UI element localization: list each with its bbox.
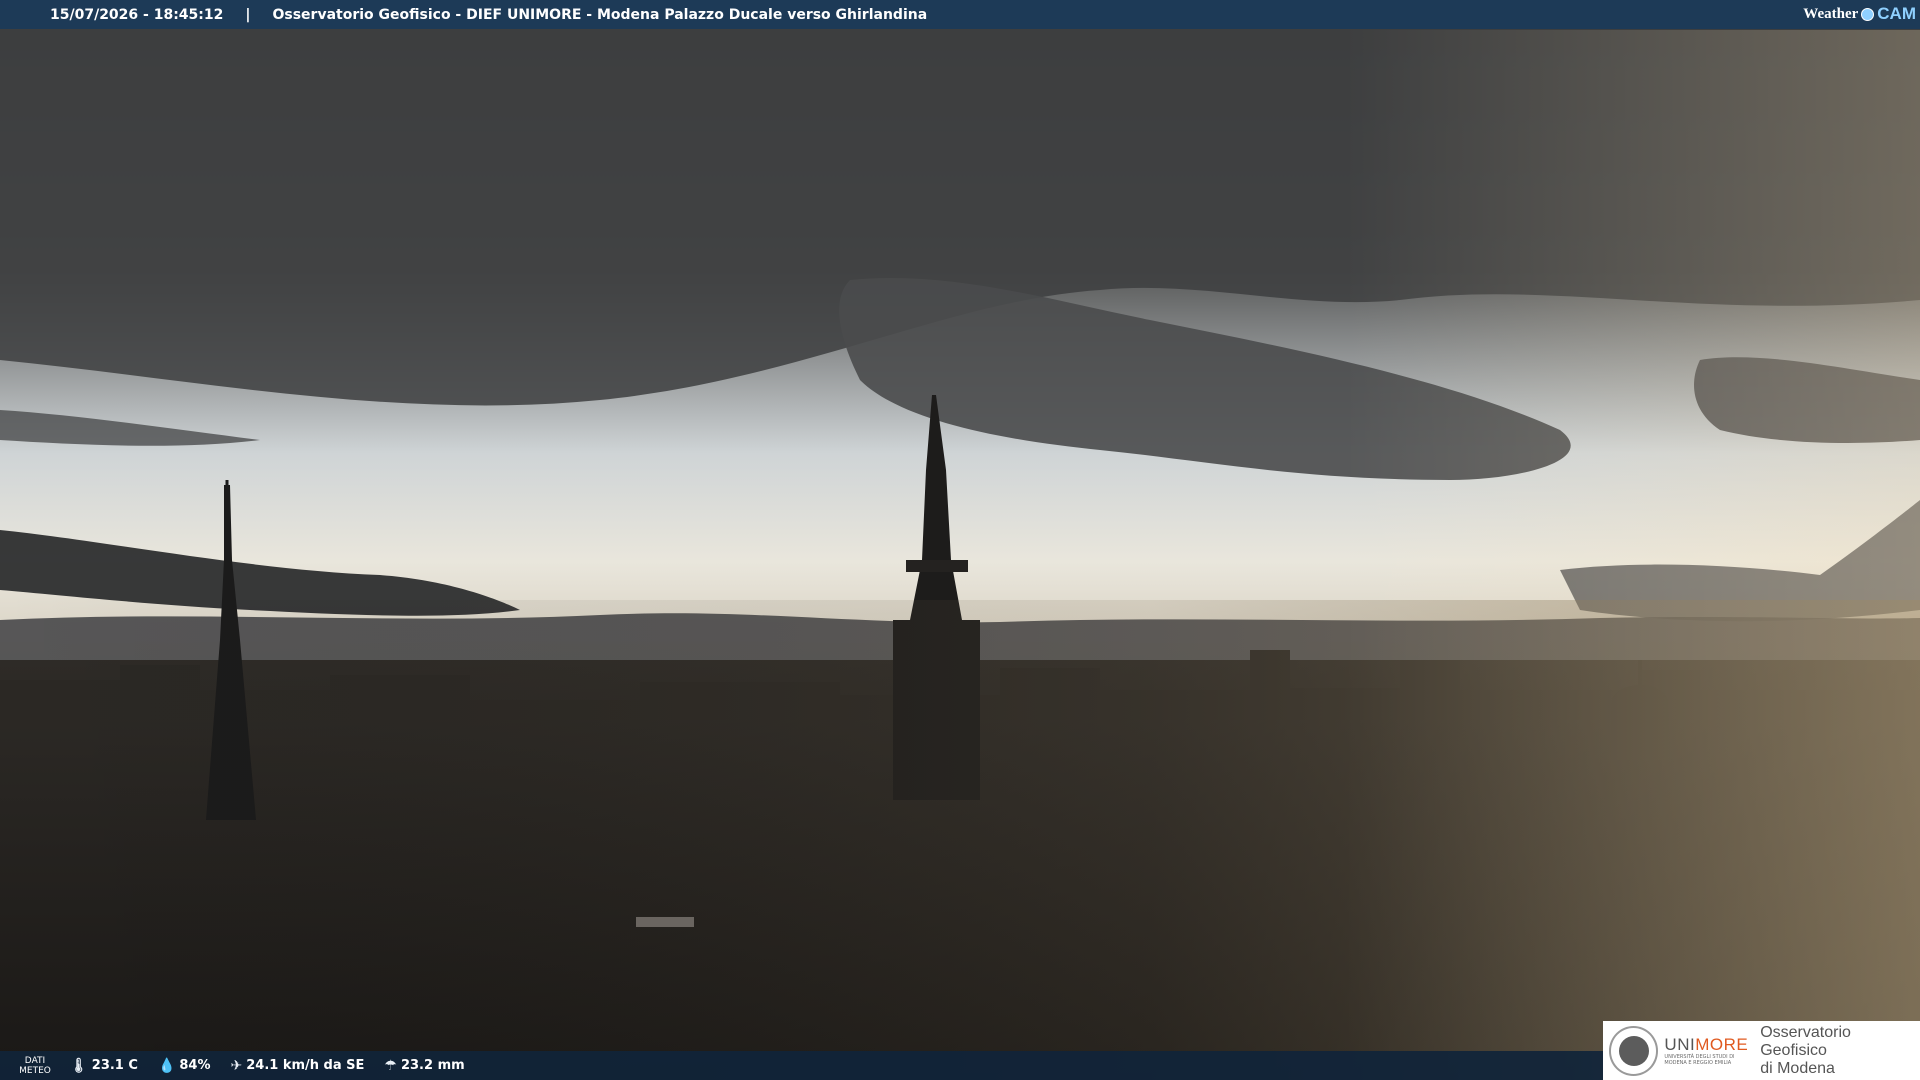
unimore-wordmark: UNIMORE UNIVERSITÀ DEGLI STUDI DI MODENA… [1664, 1034, 1749, 1066]
wind-reading: ✈ 24.1 km/h da SE [231, 1058, 365, 1074]
globe-icon [1861, 7, 1875, 21]
wind-icon: ✈ [230, 1057, 243, 1074]
camera-title: Osservatorio Geofisico - DIEF UNIMORE - … [272, 6, 928, 23]
brand-weather: Weather [1803, 5, 1859, 22]
university-seal-icon [1609, 1025, 1659, 1076]
header-separator: | [245, 6, 251, 23]
temperature-value: 23.1 C [91, 1058, 138, 1073]
observatory-name: Osservatorio Geofisico di Modena [1760, 1023, 1851, 1077]
humidity-reading: 💧 84% [158, 1058, 211, 1074]
humidity-value: 84% [179, 1058, 211, 1073]
temperature-reading: 🌡 23.1 C [70, 1058, 138, 1074]
weather-data-label: DATI METEO [19, 1055, 51, 1076]
wind-value: 24.1 km/h da SE [246, 1058, 365, 1073]
brand-cam: CAM [1877, 4, 1916, 23]
camera-header-bar: 15/07/2026 - 18:45:12 | Osservatorio Geo… [0, 0, 1920, 29]
humidity-icon: 💧 [157, 1057, 176, 1074]
unimore-subtitle: UNIVERSITÀ DEGLI STUDI DI MODENA E REGGI… [1664, 1053, 1735, 1066]
rain-icon: ☂ [384, 1057, 397, 1074]
unimore-logo-box: UNIMORE UNIVERSITÀ DEGLI STUDI DI MODENA… [1603, 1021, 1920, 1080]
timestamp: 15/07/2026 - 18:45:12 [50, 6, 224, 23]
thermometer-icon: 🌡 [70, 1057, 88, 1074]
webcam-scene [0, 0, 1920, 1080]
rain-reading: ☂ 23.2 mm [384, 1058, 464, 1074]
rain-value: 23.2 mm [400, 1058, 465, 1073]
weather-data-bar: DATI METEO 🌡 23.1 C 💧 84% ✈ 24.1 km/h da… [0, 1051, 1603, 1080]
weathercam-logo: Weather CAM [1803, 4, 1916, 24]
